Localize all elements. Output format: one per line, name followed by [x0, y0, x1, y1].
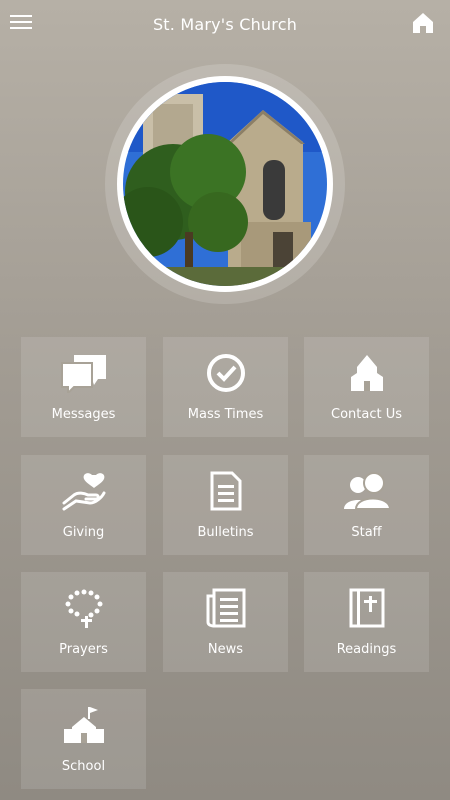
tile-mass-times[interactable]: Mass Times	[163, 337, 288, 437]
newspaper-icon	[163, 588, 288, 628]
tile-label: Giving	[62, 525, 105, 540]
tile-prayers[interactable]: Prayers	[21, 572, 146, 672]
hand-heart-icon	[21, 471, 146, 511]
tile-giving[interactable]: Giving	[21, 455, 146, 555]
people-icon	[304, 471, 429, 511]
tile-label: Messages	[51, 407, 116, 422]
tile-label: News	[207, 642, 244, 657]
tile-readings[interactable]: Readings	[304, 572, 429, 672]
tile-label: Mass Times	[187, 407, 264, 422]
clock-icon	[163, 353, 288, 393]
tile-staff[interactable]: Staff	[304, 455, 429, 555]
tile-school[interactable]: School	[21, 689, 146, 789]
tile-label: Prayers	[59, 642, 108, 657]
church-building-icon	[304, 353, 429, 393]
tile-label: Staff	[351, 525, 382, 540]
top-bar: St. Mary's Church	[0, 0, 450, 50]
page-title: St. Mary's Church	[152, 15, 298, 34]
tile-messages[interactable]: Messages	[21, 337, 146, 437]
home-icon[interactable]	[412, 12, 434, 34]
tile-label: Bulletins	[197, 525, 254, 540]
tile-news[interactable]: News	[163, 572, 288, 672]
tile-label: Readings	[336, 642, 397, 657]
church-photo	[123, 82, 327, 286]
school-building-icon	[21, 705, 146, 745]
rosary-icon	[21, 588, 146, 628]
tile-bulletins[interactable]: Bulletins	[163, 455, 288, 555]
church-photo-frame	[105, 64, 345, 304]
document-icon	[163, 471, 288, 511]
tile-label: School	[61, 759, 106, 774]
tile-contact-us[interactable]: Contact Us	[304, 337, 429, 437]
tile-label: Contact Us	[331, 407, 402, 422]
bible-icon	[304, 588, 429, 628]
chat-bubbles-icon	[21, 353, 146, 393]
